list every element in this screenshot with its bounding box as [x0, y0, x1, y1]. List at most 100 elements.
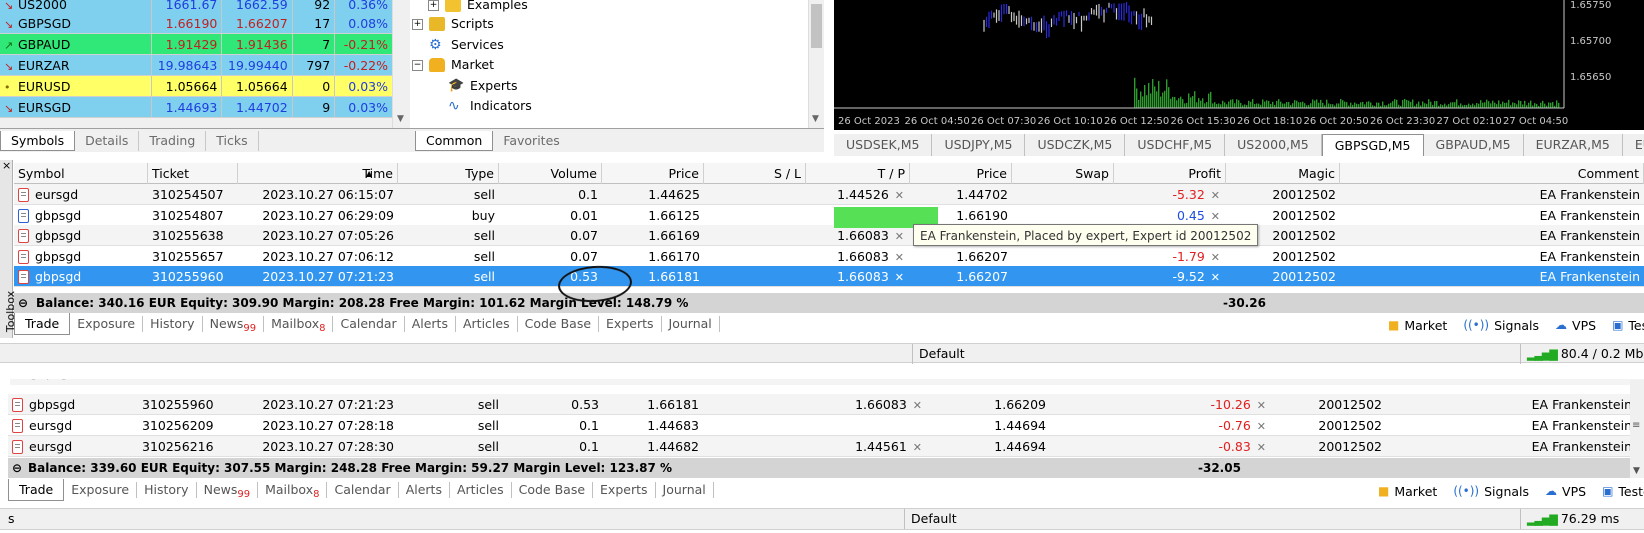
column-header[interactable]: T / P: [806, 163, 910, 184]
tab-favorites[interactable]: Favorites: [493, 131, 569, 151]
remove-profit-icon[interactable]: ✕: [1211, 189, 1220, 202]
remove-tp-icon[interactable]: ✕: [895, 251, 904, 264]
tab-experts[interactable]: Experts: [593, 482, 656, 498]
column-header[interactable]: Price: [910, 163, 1012, 184]
tab-calendar[interactable]: Calendar: [333, 316, 405, 332]
column-header[interactable]: Swap: [1012, 163, 1114, 184]
tab-journal[interactable]: Journal: [662, 316, 720, 332]
chart-tab[interactable]: GBPSGD,M5: [1321, 134, 1424, 156]
navigator-scrollbar[interactable]: ▼: [808, 0, 824, 128]
tab-code-base[interactable]: Code Base: [518, 316, 600, 332]
column-header[interactable]: Profit: [1114, 163, 1226, 184]
market-watch-row[interactable]: ↘ EURZAR 19.98643 19.99440 797 -0.22%: [0, 55, 392, 76]
tab-journal[interactable]: Journal: [656, 482, 714, 498]
table-row[interactable]: gbpsgd 310254807 2023.10.27 06:29:09 buy 0.0…: [14, 205, 1644, 226]
chart-tab[interactable]: GBPAUD,M5: [1424, 134, 1524, 156]
ping-status[interactable]: ▂▃▅▇ 76.29 ms: [1520, 509, 1644, 529]
column-header[interactable]: Symbol: [14, 163, 148, 184]
column-header[interactable]: Magic: [1226, 163, 1340, 184]
tab-trade[interactable]: Trade: [8, 479, 65, 501]
nav-item-market[interactable]: − Market: [412, 55, 494, 75]
tab-code-base[interactable]: Code Base: [512, 482, 594, 498]
tab-articles[interactable]: Articles: [456, 316, 518, 332]
price-chart[interactable]: 26 Oct 2023 26 Oct 04:50 26 Oct 07:30 26 Oc…: [834, 0, 1644, 130]
market-watch-row[interactable]: ↘ GBPSGD 1.66190 1.66207 17 0.08%: [0, 13, 392, 34]
tab-calendar[interactable]: Calendar: [327, 482, 399, 498]
market-watch-row[interactable]: ↗ GBPAUD 1.91429 1.91436 7 -0.21%: [0, 34, 392, 55]
scroll-thumb[interactable]: [811, 4, 822, 48]
tester-link[interactable]: ▣Tester: [1602, 484, 1644, 499]
column-header[interactable]: Volume: [499, 163, 602, 184]
column-header[interactable]: Price: [602, 163, 704, 184]
tab-experts[interactable]: Experts: [599, 316, 662, 332]
scroll-down-icon[interactable]: ▼: [1633, 466, 1640, 476]
tab-trade[interactable]: Trade: [14, 313, 71, 335]
menu-icon[interactable]: ≡: [1632, 420, 1640, 431]
table-row[interactable]: gbpsgd 310255638 2023.10.27 07:05:26 sell 0.…: [14, 225, 1644, 246]
nav-item-experts[interactable]: 🎓 Experts: [448, 76, 517, 96]
table-row[interactable]: eursgd 310256216 2023.10.27 07:28:30 sell 0.…: [8, 436, 1632, 457]
tab-history[interactable]: History: [143, 316, 203, 332]
table-row[interactable]: eursgd 310256209 2023.10.27 07:28:18 sell 0.…: [8, 415, 1632, 436]
tab-exposure[interactable]: Exposure: [64, 482, 138, 498]
chart-tab[interactable]: USDCZK,M5: [1025, 134, 1126, 156]
profile-name[interactable]: Default: [912, 344, 1520, 364]
table-row[interactable]: eursgd 310254507 2023.10.27 06:15:07 sell 0.…: [14, 184, 1644, 205]
tab-common[interactable]: Common: [415, 130, 494, 151]
market-watch-scrollbar[interactable]: ▼: [392, 0, 410, 128]
profile-name[interactable]: Default: [904, 509, 1520, 529]
column-header[interactable]: Comment: [1340, 163, 1644, 184]
tab-exposure[interactable]: Exposure: [70, 316, 144, 332]
bottom-scrollbar[interactable]: ≡ ▼: [1630, 380, 1644, 478]
nav-item-examples[interactable]: + Examples: [428, 0, 528, 15]
remove-tp-icon[interactable]: ✕: [895, 271, 904, 284]
chart-tab[interactable]: USDJPY,M5: [932, 134, 1026, 156]
vps-link[interactable]: ☁ VPS: [1545, 484, 1586, 499]
remove-profit-icon[interactable]: ✕: [1211, 210, 1220, 223]
remove-tp-icon[interactable]: ✕: [913, 441, 922, 454]
signals-link[interactable]: ((•)) Signals: [1453, 484, 1529, 499]
remove-profit-icon[interactable]: ✕: [1257, 399, 1266, 412]
table-row[interactable]: gbpsgd 310255657 2023.10.27 07:06:12 sell 0.…: [14, 246, 1644, 267]
vps-link[interactable]: ☁ VPS: [1555, 318, 1596, 333]
table-row[interactable]: gbpsgd 310255960 2023.10.27 07:21:23 sell 0.…: [8, 394, 1632, 415]
tab-ticks[interactable]: Ticks: [206, 130, 259, 151]
close-icon[interactable]: ×: [2, 159, 11, 172]
signals-link[interactable]: ((•)) Signals: [1463, 318, 1539, 333]
expand-icon[interactable]: +: [428, 0, 439, 11]
nav-item-indicators[interactable]: ∿ Indicators: [448, 96, 532, 116]
chart-tab[interactable]: USDSEK,M5: [834, 134, 933, 156]
tab-history[interactable]: History: [137, 482, 197, 498]
chart-canvas[interactable]: 26 Oct 2023 26 Oct 04:50 26 Oct 07:30 26 Oc…: [834, 0, 1644, 130]
tab-trading[interactable]: Trading: [139, 130, 207, 151]
market-watch-row[interactable]: ↘ EURSGD 1.44693 1.44702 9 0.03%: [0, 97, 392, 118]
nav-item-services[interactable]: ⚙ Services: [429, 35, 504, 55]
chart-tab[interactable]: EU: [1623, 134, 1644, 156]
remove-tp-icon[interactable]: ✕: [895, 189, 904, 202]
tab-alerts[interactable]: Alerts: [405, 316, 456, 332]
column-header[interactable]: Time: [238, 163, 398, 184]
remove-profit-icon[interactable]: ✕: [1257, 420, 1266, 433]
tab-alerts[interactable]: Alerts: [399, 482, 450, 498]
expand-icon[interactable]: +: [412, 18, 423, 30]
tester-link[interactable]: ▣Tester: [1612, 318, 1644, 333]
column-header[interactable]: Type: [398, 163, 499, 184]
scroll-down-icon[interactable]: ▼: [397, 114, 404, 124]
remove-profit-icon[interactable]: ✕: [1211, 251, 1220, 264]
market-link[interactable]: ■ Market: [1378, 484, 1437, 499]
column-header[interactable]: S / L: [704, 163, 806, 184]
market-watch-row[interactable]: • EURUSD 1.05664 1.05664 0 0.03%: [0, 76, 392, 97]
chart-tab[interactable]: USDCHF,M5: [1125, 134, 1226, 156]
tab-articles[interactable]: Articles: [450, 482, 512, 498]
chart-tab[interactable]: US2000,M5: [1225, 134, 1322, 156]
remove-tp-icon[interactable]: ✕: [913, 399, 922, 412]
table-row[interactable]: gbpsgd 310255960 2023.10.27 07:21:23 sell 0.…: [14, 266, 1644, 287]
tab-mailbox[interactable]: Mailbox8: [264, 316, 334, 334]
tab-symbols[interactable]: Symbols: [0, 130, 76, 151]
toolbox-sidebar[interactable]: × Toolbox: [0, 159, 17, 338]
market-link[interactable]: ■ Market: [1388, 318, 1447, 333]
chart-tab[interactable]: EURZAR,M5: [1524, 134, 1623, 156]
tab-news[interactable]: News99: [197, 482, 259, 500]
scroll-down-icon[interactable]: ▼: [812, 114, 819, 124]
tab-news[interactable]: News99: [203, 316, 265, 334]
